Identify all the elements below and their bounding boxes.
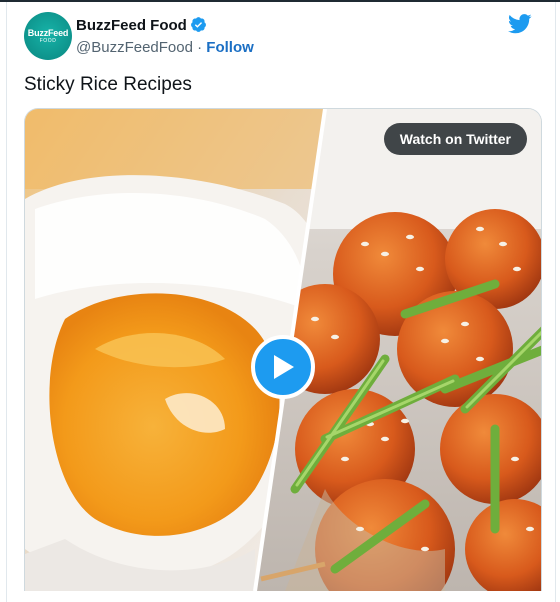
display-name[interactable]: BuzzFeed Food (76, 17, 187, 34)
handle-row: @BuzzFeedFood · Follow (76, 39, 254, 56)
play-button[interactable] (251, 335, 315, 399)
avatar-text-top: BuzzFeed (27, 28, 69, 38)
tweet-text: Sticky Rice Recipes (24, 74, 192, 95)
follow-link[interactable]: Follow (206, 39, 254, 56)
tweet-header: BuzzFeed FOOD BuzzFeed Food @BuzzFeedFoo… (24, 12, 534, 62)
avatar-text-bottom: FOOD (39, 38, 57, 44)
handle[interactable]: @BuzzFeedFood (76, 39, 193, 56)
separator: · (197, 39, 203, 56)
account-names: BuzzFeed Food @BuzzFeedFood · Follow (76, 16, 254, 56)
play-icon (274, 355, 294, 379)
watch-on-twitter-button[interactable]: Watch on Twitter (383, 123, 527, 155)
avatar[interactable]: BuzzFeed FOOD (24, 12, 72, 60)
verified-badge-icon (190, 17, 206, 32)
video-thumbnail[interactable]: Watch on Twitter (24, 108, 542, 591)
twitter-bird-icon[interactable] (508, 14, 532, 34)
